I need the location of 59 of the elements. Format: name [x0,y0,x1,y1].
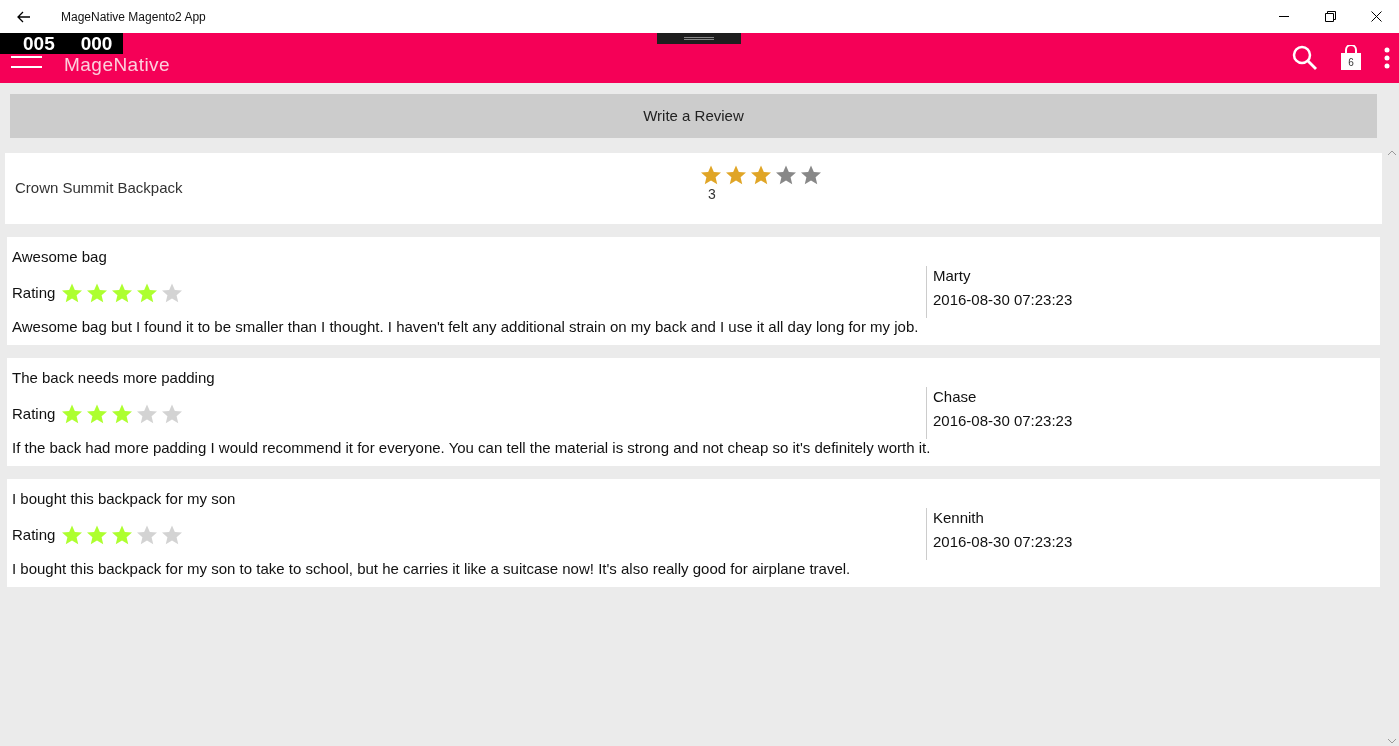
review-title: The back needs more padding [12,368,216,388]
empty-star-icon [161,282,184,304]
minimize-icon [1279,15,1289,18]
scrollbar[interactable] [1387,150,1397,746]
filled-star-icon [111,403,134,425]
more-options-icon [1384,47,1390,69]
review-date: 2016-08-30 07:23:23 [933,532,1073,552]
menu-button[interactable] [10,55,42,69]
filled-star-icon [750,164,772,186]
review-title: I bought this backpack for my son [12,489,237,509]
filled-star-icon [61,403,84,425]
filled-star-icon [86,403,109,425]
filled-star-icon [61,524,84,546]
product-name: Crown Summit Backpack [15,178,183,199]
filled-star-icon [86,282,109,304]
filled-star-icon [700,164,722,186]
rating-label: Rating [12,282,56,303]
rating-value: 3 [708,186,716,202]
review-author: Chase [933,387,978,407]
filled-star-icon [61,282,84,304]
counter-digits: 000 [80,33,113,54]
search-icon [1292,45,1318,71]
rating-label: Rating [12,524,56,545]
empty-star-icon [136,403,159,425]
filled-star-icon [725,164,747,186]
review-text: If the back had more padding I would recommend it for everyone. You can tell the material is strong and not cheap so it's definitely worth it. [12,438,932,458]
review-author: Kennith [933,508,985,528]
review-date: 2016-08-30 07:23:23 [933,411,1073,431]
filled-star-icon [136,282,159,304]
restore-icon [1324,11,1336,22]
review-title: Awesome bag [12,247,108,267]
review-date: 2016-08-30 07:23:23 [933,290,1073,310]
review-author: Marty [933,266,972,286]
cart-button[interactable]: 6 [1340,45,1362,71]
empty-star-icon [800,164,822,186]
back-arrow-icon [17,10,31,23]
rating-label: Rating [12,403,56,424]
write-review-button[interactable]: Write a Review [10,94,1377,138]
more-options-button[interactable] [1383,45,1391,71]
counter-digits: 005 [23,33,55,54]
empty-star-icon [775,164,797,186]
review-text: I bought this backpack for my son to take to school, but he carries it like a suitcase now! It's also really good for airplane travel. [12,559,852,579]
drag-handle[interactable] [657,33,741,44]
filled-star-icon [86,524,109,546]
empty-star-icon [136,524,159,546]
scroll-up-icon [1388,150,1396,155]
filled-star-icon [111,524,134,546]
close-icon [1370,11,1382,22]
logo: MageNative [64,55,171,74]
shopping-bag-icon [1340,45,1362,71]
scroll-down-icon [1388,739,1396,744]
window-title: MageNative Magento2 App [61,8,206,26]
cart-count: 6 [1347,57,1355,69]
review-text: Awesome bag but I found it to be smaller than I thought. I haven't felt any additional strain on my back and I use it all day long for my job. [12,317,920,337]
filled-star-icon [111,282,134,304]
empty-star-icon [161,524,184,546]
menu-icon [10,56,42,68]
search-button[interactable] [1291,44,1319,72]
empty-star-icon [161,403,184,425]
